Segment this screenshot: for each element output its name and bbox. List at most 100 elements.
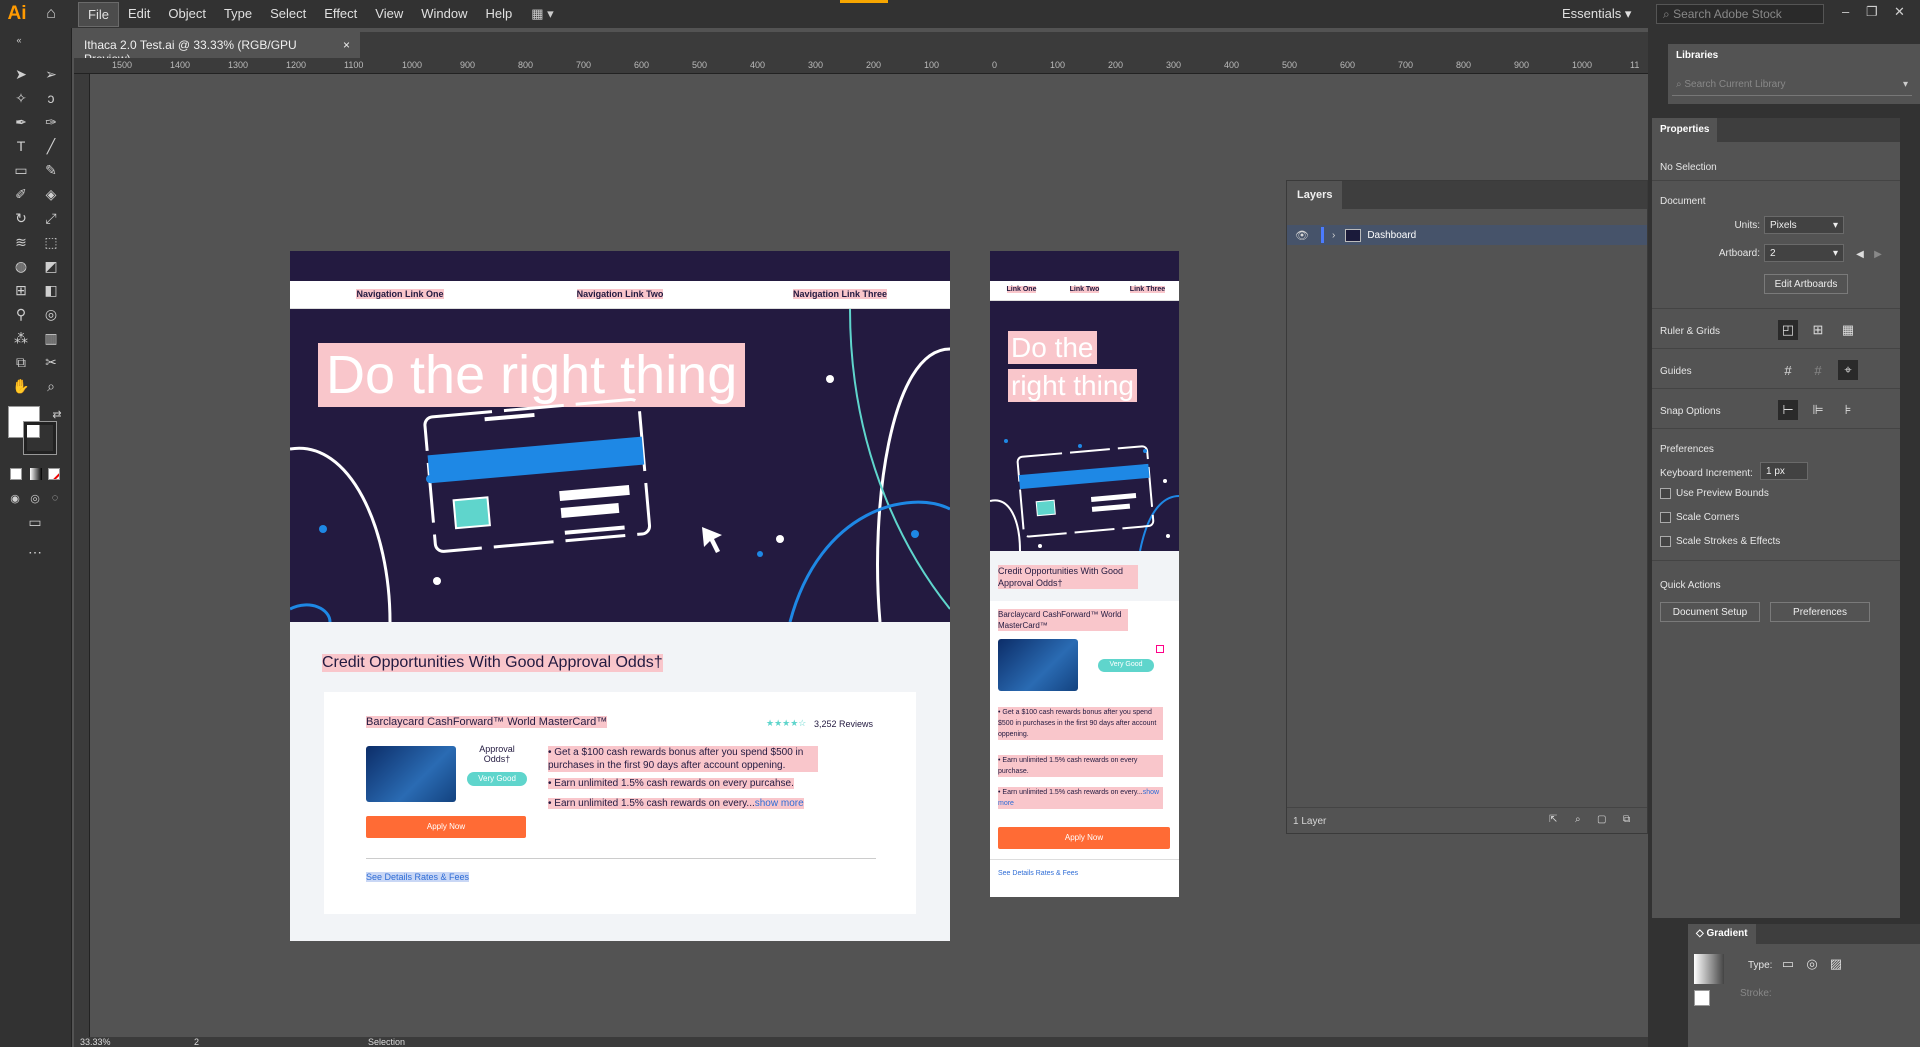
perspective-grid-icon[interactable]: ◩ bbox=[40, 256, 62, 276]
show-more-link[interactable]: show more bbox=[755, 798, 804, 809]
libraries-tab[interactable]: Libraries bbox=[1668, 44, 1727, 68]
next-artboard-icon[interactable]: ▶ bbox=[1868, 244, 1888, 264]
scale-corners-checkbox[interactable] bbox=[1660, 512, 1671, 523]
draw-behind-icon[interactable]: ◎ bbox=[24, 488, 46, 508]
stroke-swatch[interactable] bbox=[23, 421, 57, 455]
smart-guides-icon[interactable]: ⌖ bbox=[1838, 360, 1858, 380]
draw-inside-icon[interactable]: ◌ bbox=[44, 488, 66, 508]
eraser-icon[interactable]: ◈ bbox=[40, 184, 62, 204]
pen-tool-icon[interactable]: ✒ bbox=[10, 112, 32, 132]
color-mode-icon[interactable] bbox=[10, 468, 22, 480]
document-tab[interactable]: Ithaca 2.0 Test.ai @ 33.33% (RGB/GPU Pre… bbox=[74, 32, 360, 66]
menu-edit[interactable]: Edit bbox=[119, 2, 159, 27]
artboard-tool-icon[interactable]: ⧉ bbox=[10, 352, 32, 372]
layers-tab[interactable]: Layers bbox=[1287, 181, 1343, 209]
menu-effect[interactable]: Effect bbox=[315, 2, 366, 27]
nav-link-two[interactable]: Navigation Link Two bbox=[510, 281, 730, 308]
blend-tool-icon[interactable]: ◎ bbox=[40, 304, 62, 324]
more-tools-icon[interactable]: ⋯ bbox=[24, 542, 46, 562]
shape-builder-icon[interactable]: ◍ bbox=[10, 256, 32, 276]
use-preview-bounds-checkbox[interactable] bbox=[1660, 488, 1671, 499]
gradient-tool-icon[interactable]: ◧ bbox=[40, 280, 62, 300]
visibility-eye-icon[interactable]: 👁 bbox=[1295, 229, 1309, 242]
gradient-tab[interactable]: ◇ Gradient bbox=[1688, 924, 1756, 944]
gradient-swatch[interactable] bbox=[1694, 954, 1724, 984]
screen-mode-icon[interactable]: ▭ bbox=[24, 512, 46, 532]
workspace-switcher[interactable]: Essentials ▾ bbox=[1562, 6, 1631, 22]
artboard-navigator[interactable]: 2 bbox=[194, 1037, 199, 1047]
minimize-icon[interactable]: – bbox=[1842, 4, 1849, 19]
transparency-grid-icon[interactable]: ▦ bbox=[1838, 320, 1858, 340]
preferences-button[interactable]: Preferences bbox=[1770, 602, 1870, 622]
magic-wand-icon[interactable]: ✧ bbox=[10, 88, 32, 108]
direct-selection-tool-icon[interactable]: ➢ bbox=[40, 64, 62, 84]
artboard-select[interactable]: 2 ▾ bbox=[1764, 244, 1844, 262]
artboard-mobile[interactable]: Link One Link Two Link Three Do the righ… bbox=[990, 251, 1179, 897]
snap-to-glyph-icon[interactable]: ⊧ bbox=[1838, 400, 1858, 420]
info-icon[interactable] bbox=[1156, 645, 1164, 653]
home-icon[interactable]: ⌂ bbox=[34, 0, 68, 28]
mobile-nav-link-one[interactable]: Link One bbox=[990, 281, 1053, 300]
grid-icon[interactable]: ⊞ bbox=[1808, 320, 1828, 340]
export-icon[interactable]: ⇱ bbox=[1549, 814, 1557, 825]
arrange-documents-icon[interactable]: ▦ ▾ bbox=[531, 6, 553, 22]
mobile-nav-link-two[interactable]: Link Two bbox=[1053, 281, 1116, 300]
snap-to-point-icon[interactable]: ⊢ bbox=[1778, 400, 1798, 420]
search-stock-input[interactable]: ⌕ Search Adobe Stock bbox=[1656, 4, 1824, 24]
draw-normal-icon[interactable]: ◉ bbox=[4, 488, 26, 508]
close-icon[interactable]: ✕ bbox=[1894, 4, 1905, 20]
selection-tool-icon[interactable]: ➤ bbox=[10, 64, 32, 84]
type-tool-icon[interactable]: T bbox=[10, 136, 32, 156]
menu-help[interactable]: Help bbox=[476, 2, 521, 27]
collapse-icon[interactable]: « bbox=[8, 30, 30, 50]
library-search-input[interactable]: ⌕ Search Current Library ▾ bbox=[1672, 76, 1912, 96]
scale-tool-icon[interactable]: ⤢ bbox=[40, 208, 62, 228]
menu-view[interactable]: View bbox=[366, 2, 412, 27]
properties-tab[interactable]: Properties bbox=[1652, 118, 1718, 142]
hand-tool-icon[interactable]: ✋ bbox=[10, 376, 32, 396]
gradient-mode-icon[interactable] bbox=[30, 468, 42, 480]
new-sublayer-icon[interactable]: ⧉ bbox=[1623, 814, 1630, 825]
eyedropper-icon[interactable]: ⚲ bbox=[10, 304, 32, 324]
locate-object-icon[interactable]: ⌕ bbox=[1575, 814, 1581, 825]
fill-indicator[interactable] bbox=[1694, 990, 1710, 1006]
show-guides-icon[interactable]: # bbox=[1778, 360, 1798, 380]
mobile-apply-now-button[interactable]: Apply Now bbox=[998, 827, 1170, 849]
freeform-gradient-icon[interactable]: ▨ bbox=[1826, 954, 1846, 974]
menu-window[interactable]: Window bbox=[412, 2, 476, 27]
nav-link-one[interactable]: Navigation Link One bbox=[290, 281, 510, 308]
width-tool-icon[interactable]: ≋ bbox=[10, 232, 32, 252]
menu-type[interactable]: Type bbox=[215, 2, 261, 27]
mobile-nav-link-three[interactable]: Link Three bbox=[1116, 281, 1179, 300]
layer-row-dashboard[interactable]: 👁 › Dashboard bbox=[1287, 225, 1647, 245]
graph-tool-icon[interactable]: ▥ bbox=[40, 328, 62, 348]
document-setup-button[interactable]: Document Setup bbox=[1660, 602, 1760, 622]
close-tab-icon[interactable]: × bbox=[343, 38, 350, 52]
rectangle-tool-icon[interactable]: ▭ bbox=[10, 160, 32, 180]
mobile-details-link[interactable]: See Details Rates & Fees bbox=[998, 870, 1078, 877]
linear-gradient-icon[interactable]: ▭ bbox=[1778, 954, 1798, 974]
lock-guides-icon[interactable]: # bbox=[1808, 360, 1828, 380]
expand-chevron-icon[interactable]: › bbox=[1332, 230, 1335, 241]
artboard-desktop[interactable]: Navigation Link One Navigation Link Two … bbox=[290, 251, 950, 941]
details-link[interactable]: See Details Rates & Fees bbox=[366, 872, 470, 882]
nav-link-three[interactable]: Navigation Link Three bbox=[730, 281, 950, 308]
mesh-tool-icon[interactable]: ⊞ bbox=[10, 280, 32, 300]
menu-file[interactable]: File bbox=[78, 1, 119, 27]
units-select[interactable]: Pixels ▾ bbox=[1764, 216, 1844, 234]
zoom-level[interactable]: 33.33% bbox=[80, 1037, 111, 1047]
restore-icon[interactable]: ❐ bbox=[1866, 4, 1878, 20]
symbol-sprayer-icon[interactable]: ⁂ bbox=[10, 328, 32, 348]
edit-artboards-button[interactable]: Edit Artboards bbox=[1764, 274, 1848, 294]
paintbrush-icon[interactable]: ✎ bbox=[40, 160, 62, 180]
none-mode-icon[interactable] bbox=[48, 468, 60, 480]
shaper-tool-icon[interactable]: ✐ bbox=[10, 184, 32, 204]
apply-now-button[interactable]: Apply Now bbox=[366, 816, 526, 838]
menu-object[interactable]: Object bbox=[159, 2, 215, 27]
radial-gradient-icon[interactable]: ◎ bbox=[1802, 954, 1822, 974]
lasso-icon[interactable]: ↄ bbox=[40, 88, 62, 108]
swap-colors-icon[interactable]: ⇄ bbox=[46, 404, 68, 424]
rulers-icon[interactable]: ◰ bbox=[1778, 320, 1798, 340]
free-transform-icon[interactable]: ⬚ bbox=[40, 232, 62, 252]
line-tool-icon[interactable]: ╱ bbox=[40, 136, 62, 156]
